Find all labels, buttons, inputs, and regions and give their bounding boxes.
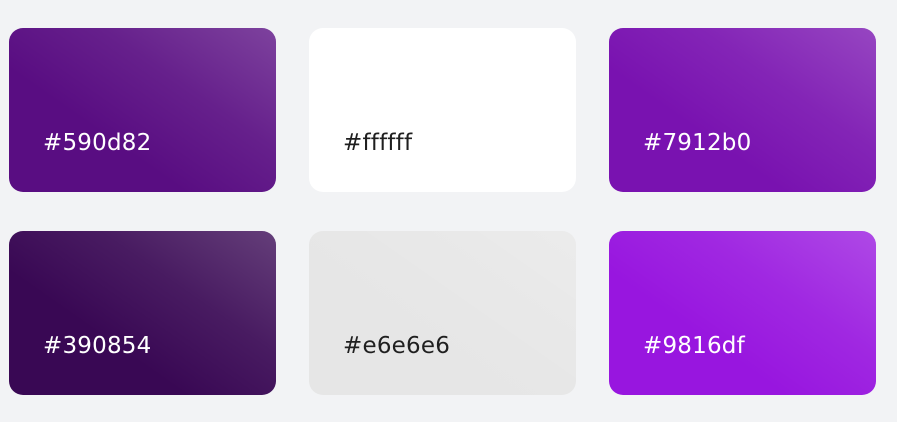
swatch-hex-label: #e6e6e6 [343, 333, 451, 359]
swatch-card[interactable]: #590d82 [9, 28, 276, 192]
swatch-hex-label: #590d82 [43, 130, 152, 156]
swatch-card[interactable]: #390854 [9, 231, 276, 395]
swatch-sheen [309, 231, 576, 395]
swatch-sheen [9, 28, 276, 192]
swatch-card[interactable]: #7912b0 [609, 28, 876, 192]
color-swatch-grid: #590d82 #ffffff #7912b0 #390854 #e6e6e6 … [0, 0, 897, 422]
swatch-card[interactable]: #ffffff [309, 28, 576, 192]
swatch-hex-label: #390854 [43, 333, 152, 359]
swatch-sheen [609, 28, 876, 192]
swatch-hex-label: #9816df [643, 333, 745, 359]
swatch-sheen [9, 231, 276, 395]
swatch-card[interactable]: #e6e6e6 [309, 231, 576, 395]
swatch-hex-label: #7912b0 [643, 130, 752, 156]
swatch-hex-label: #ffffff [343, 130, 413, 156]
swatch-sheen [609, 231, 876, 395]
swatch-card[interactable]: #9816df [609, 231, 876, 395]
